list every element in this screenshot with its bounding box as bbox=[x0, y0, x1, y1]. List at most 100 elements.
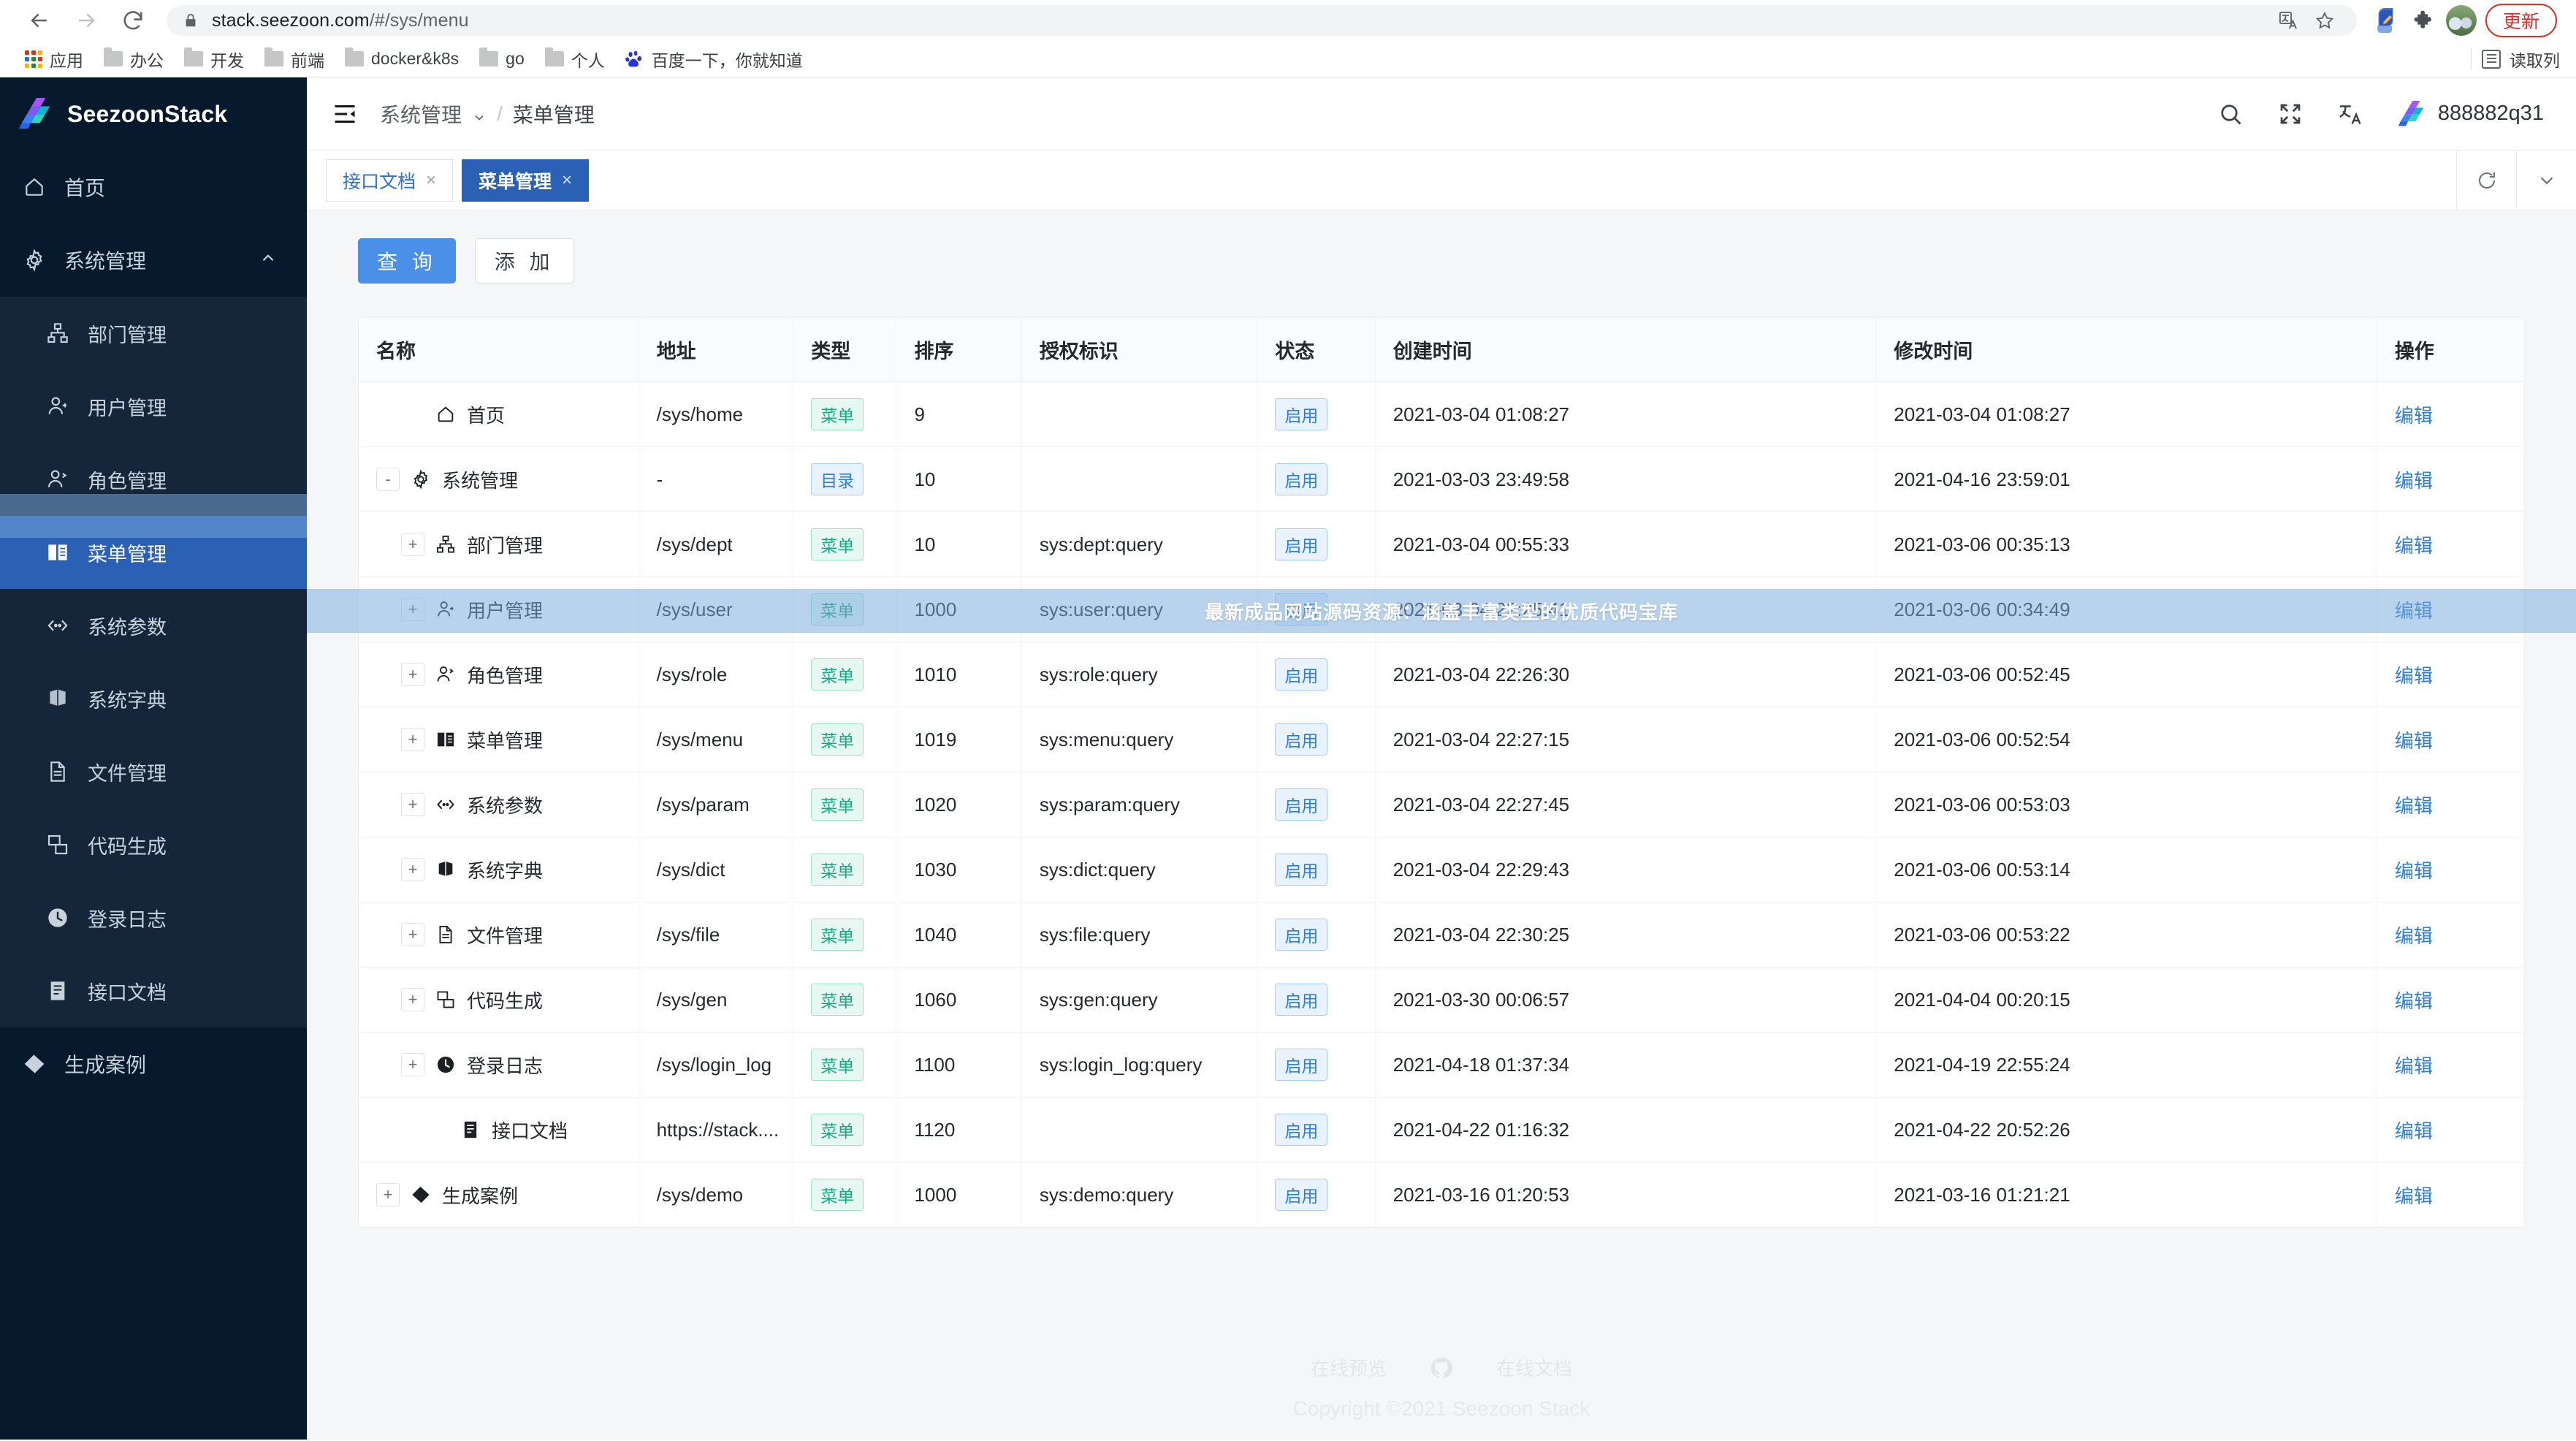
address-bar[interactable]: stack.seezoon.com/#/sys/menu bbox=[167, 5, 2357, 36]
expand-toggle[interactable]: + bbox=[401, 728, 424, 751]
language-icon[interactable] bbox=[2337, 101, 2363, 127]
expand-toggle[interactable]: + bbox=[401, 598, 424, 621]
table-row[interactable]: - 系统管理 - 目录 10 启用 2021-03-03 23:49:58 2021-04-1… bbox=[359, 446, 2524, 512]
tag-icon bbox=[22, 1052, 47, 1076]
brand-logo[interactable]: SeezoonStack bbox=[0, 77, 307, 151]
github-icon[interactable] bbox=[1429, 1356, 1454, 1380]
sidebar-item-home[interactable]: 首页 bbox=[0, 151, 307, 224]
cell-type: 菜单 bbox=[793, 642, 897, 707]
cell-permission bbox=[1021, 446, 1258, 512]
edit-link[interactable]: 编辑 bbox=[2395, 795, 2433, 817]
query-button[interactable]: 查 询 bbox=[358, 238, 456, 284]
bookmark-personal[interactable]: 个人 bbox=[536, 43, 614, 75]
sidebar-item-user[interactable]: 用户管理 bbox=[0, 370, 307, 443]
bookmark-baidu[interactable]: 百度一下，你就知道 bbox=[617, 43, 812, 75]
edit-link[interactable]: 编辑 bbox=[2395, 730, 2433, 752]
bookmark-go[interactable]: go bbox=[470, 45, 533, 72]
browser-toolbar: stack.seezoon.com/#/sys/menu 更新 bbox=[0, 0, 2576, 41]
bookmark-label: 办公 bbox=[130, 50, 164, 70]
url-text: stack.seezoon.com/#/sys/menu bbox=[212, 9, 469, 31]
refresh-icon[interactable] bbox=[2456, 150, 2516, 210]
expand-toggle[interactable]: + bbox=[401, 1053, 424, 1076]
edit-link[interactable]: 编辑 bbox=[2395, 990, 2433, 1012]
table-row[interactable]: 首页/sys/home 菜单 9 启用 2021-03-04 01:08:27 2021-… bbox=[359, 381, 2524, 447]
table-row[interactable]: + 角色管理/sys/role 菜单 1010 sys:role:query 启用 2021… bbox=[359, 642, 2524, 707]
edit-link[interactable]: 编辑 bbox=[2395, 925, 2433, 947]
collapse-toggle[interactable]: - bbox=[376, 468, 400, 491]
folder-icon bbox=[104, 47, 123, 66]
avatar[interactable] bbox=[2445, 5, 2477, 36]
sidebar-item-api-doc[interactable]: 接口文档 bbox=[0, 954, 307, 1027]
row-name-label: 接口文档 bbox=[492, 1119, 568, 1142]
edit-link[interactable]: 编辑 bbox=[2395, 860, 2433, 882]
tab-api-doc[interactable]: 接口文档 × bbox=[326, 159, 454, 202]
cell-path: /sys/gen bbox=[639, 967, 794, 1033]
bookmark-docker-k8s[interactable]: docker&k8s bbox=[336, 45, 468, 72]
sidebar-item-login-log[interactable]: 登录日志 bbox=[0, 881, 307, 954]
sidebar-item-demo[interactable]: 生成案例 bbox=[0, 1027, 307, 1100]
translate-icon[interactable] bbox=[2272, 4, 2304, 37]
table-row[interactable]: + 生成案例/sys/demo 菜单 1000 sys:demo:query 启用 2021… bbox=[359, 1162, 2524, 1227]
edit-link[interactable]: 编辑 bbox=[2395, 1120, 2433, 1142]
tab-menu-management[interactable]: 菜单管理 × bbox=[462, 159, 590, 202]
bookmark-office[interactable]: 办公 bbox=[95, 43, 172, 75]
back-arrow-icon[interactable] bbox=[19, 0, 60, 41]
table-row[interactable]: + 登录日志/sys/login_log 菜单 1100 sys:login_log:q… bbox=[359, 1032, 2524, 1098]
online-docs-link[interactable]: 在线文档 bbox=[1496, 1354, 1572, 1381]
expand-toggle[interactable]: + bbox=[401, 923, 424, 946]
sidebar-item-param[interactable]: 系统参数 bbox=[0, 589, 307, 662]
sidebar-item-label: 部门管理 bbox=[88, 324, 167, 346]
chevron-down-icon[interactable] bbox=[472, 107, 487, 121]
reload-icon[interactable] bbox=[113, 0, 153, 41]
bookmark-dev[interactable]: 开发 bbox=[175, 43, 253, 75]
sidebar-item-role[interactable]: 角色管理 bbox=[0, 443, 307, 516]
table-row[interactable]: + 用户管理/sys/user 菜单 1000 sys:user:query 启用 2021… bbox=[359, 577, 2524, 642]
table-row[interactable]: + 代码生成/sys/gen 菜单 1060 sys:gen:query 启用 2021-0… bbox=[359, 967, 2524, 1033]
bookmark-apps[interactable]: 应用 bbox=[16, 43, 92, 75]
edit-link[interactable]: 编辑 bbox=[2395, 470, 2433, 492]
table-row[interactable]: + 系统字典/sys/dict 菜单 1030 sys:dict:query 启用 2021… bbox=[359, 837, 2524, 902]
table-row[interactable]: + 菜单管理/sys/menu 菜单 1019 sys:menu:query 启用 2021… bbox=[359, 707, 2524, 772]
sidebar-item-file[interactable]: 文件管理 bbox=[0, 735, 307, 808]
close-icon[interactable]: × bbox=[426, 170, 436, 191]
chevron-down-icon[interactable] bbox=[2516, 150, 2576, 210]
breadcrumb-parent[interactable]: 系统管理 bbox=[380, 99, 462, 129]
extension-pen-icon[interactable] bbox=[2370, 4, 2404, 37]
expand-toggle[interactable]: + bbox=[401, 988, 424, 1011]
edit-link[interactable]: 编辑 bbox=[2395, 405, 2433, 427]
edit-link[interactable]: 编辑 bbox=[2395, 1055, 2433, 1077]
edit-link[interactable]: 编辑 bbox=[2395, 600, 2433, 622]
update-button[interactable]: 更新 bbox=[2485, 4, 2557, 37]
table-row[interactable]: 接口文档 https://stack.... 菜单 1120 启用 2021-04-22 … bbox=[359, 1097, 2524, 1163]
online-preview-link[interactable]: 在线预览 bbox=[1311, 1354, 1387, 1381]
sidebar-item-dict[interactable]: 系统字典 bbox=[0, 662, 307, 735]
search-icon[interactable] bbox=[2217, 101, 2244, 127]
expand-toggle[interactable]: + bbox=[401, 663, 424, 686]
forward-arrow-icon[interactable] bbox=[66, 0, 107, 41]
expand-toggle[interactable]: + bbox=[401, 793, 424, 816]
expand-toggle[interactable]: + bbox=[376, 1183, 400, 1206]
sidebar-item-gen[interactable]: 代码生成 bbox=[0, 808, 307, 881]
table-row[interactable]: + 部门管理/sys/dept 菜单 10 sys:dept:query 启用 2021-0… bbox=[359, 512, 2524, 577]
sidebar-item-system-management[interactable]: 系统管理 bbox=[0, 224, 307, 297]
reading-list-button[interactable]: 读取列 bbox=[2482, 47, 2560, 72]
close-icon[interactable]: × bbox=[562, 170, 572, 191]
edit-link[interactable]: 编辑 bbox=[2395, 1185, 2433, 1207]
star-icon[interactable] bbox=[2309, 4, 2341, 37]
edit-link[interactable]: 编辑 bbox=[2395, 665, 2433, 687]
collapse-menu-icon[interactable] bbox=[332, 101, 358, 127]
sidebar-item-menu[interactable]: 菜单管理 bbox=[0, 516, 307, 589]
status-badge: 启用 bbox=[1275, 658, 1328, 691]
type-badge: 目录 bbox=[811, 463, 864, 495]
fullscreen-icon[interactable] bbox=[2277, 101, 2303, 127]
table-row[interactable]: + 系统参数/sys/param 菜单 1020 sys:param:query 启用 20… bbox=[359, 772, 2524, 837]
puzzle-piece-icon[interactable] bbox=[2408, 4, 2442, 37]
edit-link[interactable]: 编辑 bbox=[2395, 535, 2433, 557]
user-profile[interactable]: 888882q31 bbox=[2397, 100, 2544, 127]
table-row[interactable]: + 文件管理/sys/file 菜单 1040 sys:file:query 启用 2021… bbox=[359, 902, 2524, 967]
bookmark-frontend[interactable]: 前端 bbox=[256, 43, 333, 75]
expand-toggle[interactable]: + bbox=[401, 858, 424, 881]
expand-toggle[interactable]: + bbox=[401, 533, 424, 556]
add-button[interactable]: 添 加 bbox=[474, 238, 574, 284]
sidebar-item-dept[interactable]: 部门管理 bbox=[0, 297, 307, 370]
